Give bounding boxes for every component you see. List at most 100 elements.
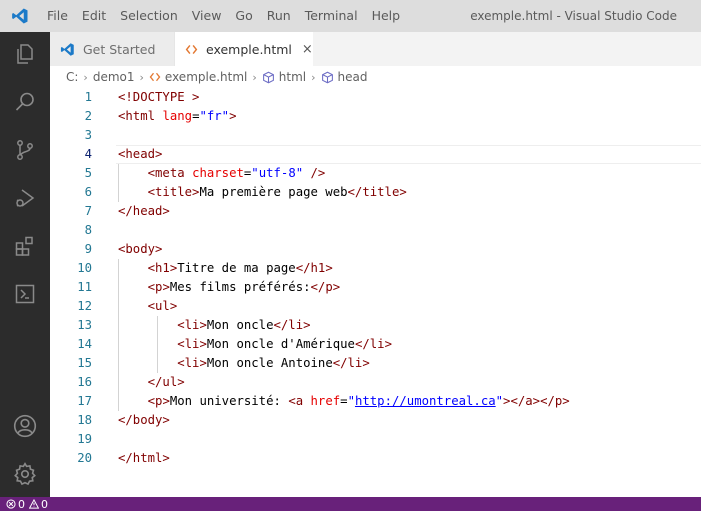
code-line[interactable]: 13 <li>Mon oncle</li> [50, 316, 701, 335]
cube-icon [321, 71, 334, 84]
menu-bar: File Edit Selection View Go Run Terminal… [40, 0, 407, 32]
menu-help[interactable]: Help [365, 0, 408, 32]
menu-terminal[interactable]: Terminal [298, 0, 365, 32]
breadcrumb-node-label: head [337, 70, 368, 84]
breadcrumb-folder[interactable]: demo1 [93, 70, 135, 84]
line-number: 10 [77, 261, 92, 275]
line-number: 12 [77, 299, 92, 313]
line-number: 14 [77, 337, 92, 351]
breadcrumb-file-label: exemple.html [164, 70, 248, 84]
code-text[interactable]: <li>Mon oncle d'Amérique</li> [118, 335, 392, 354]
code-text[interactable]: <html lang="fr"> [118, 107, 237, 126]
line-number: 3 [84, 128, 92, 142]
code-line[interactable]: 19 [50, 430, 701, 449]
search-icon[interactable] [0, 82, 50, 122]
code-text[interactable]: <title>Ma première page web</title> [118, 183, 407, 202]
warning-icon [29, 499, 39, 509]
code-text[interactable]: <p>Mes films préférés:</p> [118, 278, 341, 297]
extensions-icon[interactable] [0, 226, 50, 266]
code-text[interactable]: <body> [118, 240, 162, 259]
tab-get-started[interactable]: Get Started [50, 32, 175, 66]
code-line[interactable]: 8 [50, 221, 701, 240]
html-file-icon [185, 43, 198, 56]
code-line[interactable]: 16 </ul> [50, 373, 701, 392]
tab-label: exemple.html [206, 41, 292, 57]
code-line[interactable]: 18 </body> [50, 411, 701, 430]
code-text[interactable]: </ul> [118, 373, 185, 392]
menu-view[interactable]: View [185, 0, 229, 32]
code-line[interactable]: 2 <html lang="fr"> [50, 107, 701, 126]
code-line[interactable]: 5 <meta charset="utf-8" /> [50, 164, 701, 183]
source-control-icon[interactable] [0, 130, 50, 170]
line-number: 11 [77, 280, 92, 294]
code-line[interactable]: 7 </head> [50, 202, 701, 221]
breadcrumb-separator: › [139, 70, 144, 84]
line-number: 5 [84, 166, 92, 180]
breadcrumb-node-label: html [278, 70, 307, 84]
code-line[interactable]: 6 <title>Ma première page web</title> [50, 183, 701, 202]
menu-go[interactable]: Go [228, 0, 259, 32]
cube-icon [262, 71, 275, 84]
code-text[interactable]: <!DOCTYPE > [118, 88, 199, 107]
line-number: 16 [77, 375, 92, 389]
code-line[interactable]: 11 <p>Mes films préférés:</p> [50, 278, 701, 297]
line-number: 18 [77, 413, 92, 427]
line-number: 19 [77, 432, 92, 446]
problems-status[interactable]: 0 0 [6, 498, 48, 511]
code-text[interactable]: <li>Mon oncle</li> [118, 316, 310, 335]
code-line[interactable]: 4 <head> [50, 145, 701, 164]
line-number: 13 [77, 318, 92, 332]
code-text[interactable]: <head> [118, 145, 162, 164]
line-number: 6 [84, 185, 92, 199]
tab-label: Get Started [83, 41, 156, 57]
error-icon [6, 499, 16, 509]
breadcrumb-file[interactable]: exemple.html [149, 70, 247, 84]
line-number: 4 [84, 147, 92, 161]
code-text[interactable]: </head> [118, 202, 170, 221]
window-title: exemple.html - Visual Studio Code [470, 9, 677, 23]
code-line[interactable]: 12 <ul> [50, 297, 701, 316]
code-text[interactable]: <p>Mon université: <a href="http://umont… [118, 392, 570, 411]
html-file-icon [149, 71, 161, 83]
run-debug-icon[interactable] [0, 178, 50, 218]
close-icon[interactable]: × [302, 42, 313, 57]
breadcrumb: C: › demo1 › exemple.html › html › head [50, 66, 701, 88]
explorer-icon[interactable] [0, 34, 50, 74]
code-text[interactable]: <ul> [118, 297, 178, 316]
code-line[interactable]: 20 </html> [50, 449, 701, 468]
menu-run[interactable]: Run [260, 0, 298, 32]
menu-edit[interactable]: Edit [75, 0, 113, 32]
vscode-logo-icon [60, 42, 75, 57]
code-text[interactable]: </body> [118, 411, 170, 430]
code-line[interactable]: 9 <body> [50, 240, 701, 259]
breadcrumb-drive[interactable]: C: [66, 70, 78, 84]
tab-exemple-html[interactable]: exemple.html × [175, 32, 313, 66]
code-line[interactable]: 1 <!DOCTYPE > [50, 88, 701, 107]
remote-explorer-icon[interactable] [0, 274, 50, 314]
breadcrumb-node-head[interactable]: head [321, 70, 368, 84]
code-text[interactable]: <h1>Titre de ma page</h1> [118, 259, 333, 278]
code-line[interactable]: 17 <p>Mon université: <a href="http://um… [50, 392, 701, 411]
code-line[interactable]: 15 <li>Mon oncle Antoine</li> [50, 354, 701, 373]
line-number: 20 [77, 451, 92, 465]
settings-gear-icon[interactable] [0, 454, 50, 494]
code-text[interactable]: <li>Mon oncle Antoine</li> [118, 354, 370, 373]
menu-selection[interactable]: Selection [113, 0, 185, 32]
code-line[interactable]: 3 [50, 126, 701, 145]
code-text[interactable]: </html> [118, 449, 170, 468]
line-number: 7 [84, 204, 92, 218]
code-line[interactable]: 10 <h1>Titre de ma page</h1> [50, 259, 701, 278]
code-editor[interactable]: 1 <!DOCTYPE >2 <html lang="fr"> 3 4 <head> 5 <… [50, 88, 701, 497]
line-number: 17 [77, 394, 92, 408]
accounts-icon[interactable] [0, 406, 50, 446]
tab-bar: Get Started exemple.html × [50, 32, 701, 66]
title-bar: File Edit Selection View Go Run Terminal… [0, 0, 701, 32]
error-count: 0 [18, 497, 25, 511]
code-line[interactable]: 14 <li>Mon oncle d'Amérique</li> [50, 335, 701, 354]
menu-file[interactable]: File [40, 0, 75, 32]
status-bar: 0 0 [0, 497, 701, 511]
code-text[interactable]: <meta charset="utf-8" /> [118, 164, 326, 183]
breadcrumb-node-html[interactable]: html [262, 70, 306, 84]
warning-count: 0 [41, 497, 48, 511]
line-number: 9 [84, 242, 92, 256]
